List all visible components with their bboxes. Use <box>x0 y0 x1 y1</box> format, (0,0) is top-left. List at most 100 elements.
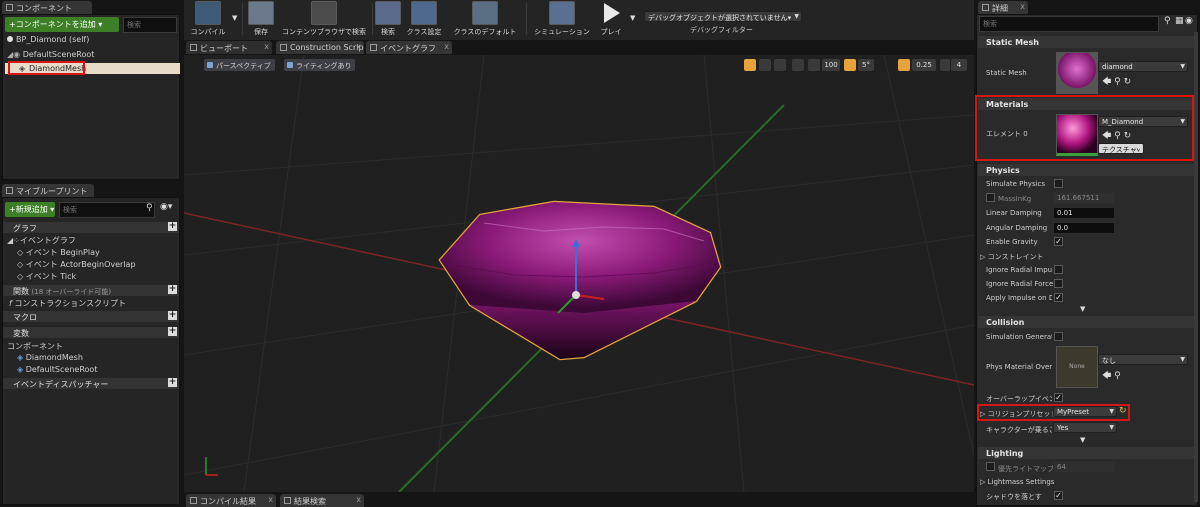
close-icon[interactable]: x <box>264 42 269 51</box>
comp-default-scene-root[interactable]: ◈ DefaultSceneRoot <box>17 365 97 374</box>
play-button[interactable]: プレイ <box>596 1 626 37</box>
add-graph-plus-icon[interactable]: + <box>168 222 177 231</box>
viewport-canvas[interactable]: パースペクティブ ライティングあり 100 5° 0.25 4 <box>184 55 974 492</box>
camera-speed-value[interactable]: 4 <box>951 59 967 71</box>
grid-snap-value[interactable]: 100 <box>822 59 840 71</box>
can-character-step-select[interactable]: Yes <box>1053 422 1117 433</box>
rotation-snap-icon[interactable] <box>844 59 856 71</box>
tab-find-results[interactable]: 結果検索 x <box>280 494 364 507</box>
tab-construction-script[interactable]: Construction Scrip x <box>276 41 364 54</box>
event-graph-item[interactable]: ◢⁘イベントグラフ <box>7 235 76 246</box>
add-function-plus-icon[interactable]: + <box>168 285 177 294</box>
apply-impulse-checkbox[interactable]: ✓ <box>1054 293 1063 302</box>
browse-content-button[interactable]: コンテンツブラウザで検索 <box>280 1 368 37</box>
diamond-mesh-model[interactable] <box>438 200 722 361</box>
rotate-mode-icon[interactable] <box>759 59 771 71</box>
grid-snap-icon[interactable] <box>808 59 820 71</box>
tree-item-self[interactable]: BP_Diamond (self) <box>7 35 89 44</box>
tab-my-blueprint[interactable]: マイブループリント <box>2 184 94 197</box>
new-add-button[interactable]: +新規追加 ▾ <box>5 202 55 217</box>
tab-viewport[interactable]: ビューポート x <box>186 41 272 54</box>
comp-diamond-mesh[interactable]: ◈ DiamondMesh <box>17 353 83 362</box>
compile-options-chevron-icon[interactable]: ▼ <box>232 14 237 22</box>
static-mesh-header[interactable]: Static Mesh <box>978 36 1195 48</box>
event-begin-play[interactable]: ◇ イベント BeginPlay <box>17 247 100 258</box>
lightmap-override-checkbox[interactable] <box>986 462 995 471</box>
macros-header[interactable]: マクロ + <box>3 311 179 322</box>
close-icon[interactable]: x <box>1020 2 1025 11</box>
add-component-button[interactable]: +コンポーネントを追加 ▾ <box>5 17 119 32</box>
collision-header[interactable]: Collision <box>978 316 1195 328</box>
enable-gravity-checkbox[interactable]: ✓ <box>1054 237 1063 246</box>
cast-shadow-checkbox[interactable]: ✓ <box>1054 491 1063 500</box>
phys-material-thumbnail[interactable]: None <box>1056 346 1098 388</box>
scale-snap-value[interactable]: 0.25 <box>912 59 936 71</box>
expand-advanced-icon[interactable]: ▼ <box>1080 436 1085 444</box>
translate-mode-icon[interactable] <box>744 59 756 71</box>
tree-item-default-scene-root[interactable]: ◢◉ DefaultSceneRoot <box>7 50 94 59</box>
world-space-icon[interactable] <box>792 59 804 71</box>
camera-speed-icon[interactable] <box>940 59 950 71</box>
overlap-events-checkbox[interactable]: ✓ <box>1054 393 1063 402</box>
simulation-generates-checkbox[interactable] <box>1054 332 1063 341</box>
rotation-snap-value[interactable]: 5° <box>858 59 874 71</box>
lightmass-settings-label[interactable]: ▷ Lightmass Settings <box>980 478 1054 486</box>
play-options-chevron-icon[interactable]: ▼ <box>630 14 635 22</box>
angular-damping-field[interactable]: 0.0 <box>1053 222 1115 234</box>
search-icon[interactable]: ⚲ <box>1164 16 1171 26</box>
close-icon[interactable]: x <box>444 42 449 51</box>
details-scrollbar[interactable] <box>1194 32 1198 502</box>
eye-icon[interactable]: ◉▾ <box>160 202 172 212</box>
expand-advanced-icon[interactable]: ▼ <box>1080 305 1085 313</box>
eye-icon[interactable]: ◉ <box>1185 16 1193 26</box>
close-icon[interactable]: x <box>356 42 361 51</box>
lighting-button[interactable]: ライティングあり <box>284 59 356 71</box>
tab-components[interactable]: コンポーネント <box>2 1 92 14</box>
components-search-input[interactable]: 検索 <box>123 17 177 33</box>
grid-view-icon[interactable]: ▦ <box>1175 16 1184 26</box>
construction-script-item[interactable]: f コンストラクションスクリプト <box>9 298 126 309</box>
simulate-physics-checkbox[interactable] <box>1054 179 1063 188</box>
details-icon <box>982 4 989 11</box>
close-icon[interactable]: x <box>268 495 273 504</box>
constraints-label[interactable]: ▷ コンストレイント <box>980 252 1043 262</box>
mass-override-checkbox[interactable] <box>986 193 995 202</box>
phys-material-select[interactable]: なし <box>1098 354 1188 365</box>
tab-compile-results[interactable]: コンパイル結果 x <box>186 494 276 507</box>
ignore-radial-impulse-checkbox[interactable] <box>1054 265 1063 274</box>
compile-button[interactable]: コンパイル <box>190 1 226 37</box>
graph-header[interactable]: グラフ + <box>3 222 179 233</box>
static-mesh-select[interactable]: diamond <box>1098 61 1188 72</box>
asset-use-icon[interactable]: 🡄 ⚲ <box>1102 368 1121 384</box>
tab-event-graph[interactable]: イベントグラフ x <box>366 41 452 54</box>
static-mesh-thumbnail[interactable] <box>1056 52 1098 94</box>
scale-snap-icon[interactable] <box>898 59 910 71</box>
save-button[interactable]: 保存 <box>246 1 276 37</box>
physics-header[interactable]: Physics <box>978 164 1195 176</box>
debug-object-select[interactable]: デバッグオブジェクトが選択されていません▾ <box>644 11 802 22</box>
ignore-radial-force-checkbox[interactable] <box>1054 279 1063 288</box>
event-actor-begin-overlap[interactable]: ◇ イベント ActorBeginOverlap <box>17 259 136 270</box>
components-category[interactable]: コンポーネント <box>7 341 63 352</box>
add-dispatcher-plus-icon[interactable]: + <box>168 378 177 387</box>
event-tick[interactable]: ◇ イベント Tick <box>17 271 76 282</box>
search-icon[interactable]: ⚲ <box>146 203 153 213</box>
asset-use-icon[interactable]: 🡄 ⚲ ↻ <box>1102 74 1131 90</box>
tab-details[interactable]: 詳細 x <box>978 1 1028 14</box>
perspective-button[interactable]: パースペクティブ <box>204 59 275 71</box>
class-settings-button[interactable]: クラス設定 <box>406 1 442 37</box>
add-macro-plus-icon[interactable]: + <box>168 311 177 320</box>
scale-mode-icon[interactable] <box>774 59 786 71</box>
blueprint-search-input[interactable]: 検索 <box>59 202 155 218</box>
lighting-header[interactable]: Lighting <box>978 447 1195 459</box>
simulation-button[interactable]: シミュレーション <box>530 1 594 37</box>
variables-header[interactable]: 変数 + <box>3 327 179 338</box>
find-button[interactable]: 検索 <box>374 1 402 37</box>
class-defaults-button[interactable]: クラスのデフォルト <box>450 1 520 37</box>
add-variable-plus-icon[interactable]: + <box>168 327 177 336</box>
functions-header[interactable]: 関数 (18 オーバーライド可能) + <box>3 285 179 296</box>
dispatchers-header[interactable]: イベントディスパッチャー + <box>3 378 179 389</box>
details-search-input[interactable]: 検索 <box>979 16 1159 32</box>
linear-damping-field[interactable]: 0.01 <box>1053 207 1115 219</box>
close-icon[interactable]: x <box>356 495 361 504</box>
